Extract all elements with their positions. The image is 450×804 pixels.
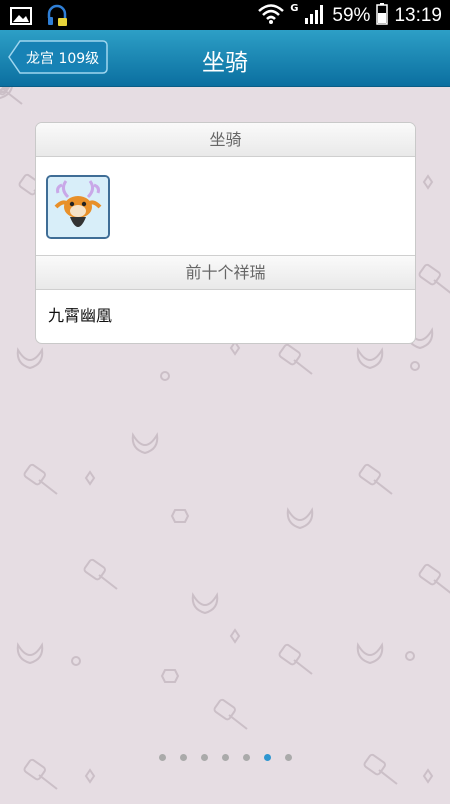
page-dot-2[interactable]	[179, 754, 187, 761]
page-dot-7[interactable]	[284, 754, 292, 761]
mount-card: 坐骑 前十个祥瑞 九霄幽凰	[35, 122, 416, 344]
battery-icon	[376, 3, 389, 29]
headset-icon	[46, 4, 68, 32]
page-indicator	[0, 754, 450, 761]
deer-mount-icon[interactable]	[46, 175, 110, 239]
signal-icon	[304, 3, 326, 29]
auspicious-section-header: 前十个祥瑞	[36, 256, 415, 290]
wifi-icon	[258, 3, 285, 29]
app-header: 龙宫 109级 坐骑	[0, 30, 450, 87]
page-dot-4[interactable]	[221, 754, 229, 761]
mount-section-header: 坐骑	[36, 123, 415, 157]
page-dot-1[interactable]	[158, 754, 166, 761]
battery-percent: 59%	[332, 5, 371, 26]
gallery-icon	[10, 6, 32, 30]
page-title: 坐骑	[202, 50, 248, 76]
auspicious-item[interactable]: 九霄幽凰	[36, 290, 415, 342]
page-dot-6-active[interactable]	[263, 754, 271, 761]
page-dot-3[interactable]	[200, 754, 208, 761]
page-dot-5[interactable]	[242, 754, 250, 761]
network-type: G	[290, 2, 299, 14]
status-bar: G 59% 13:19	[0, 0, 450, 30]
clock: 13:19	[394, 5, 442, 26]
mount-row	[36, 157, 415, 256]
